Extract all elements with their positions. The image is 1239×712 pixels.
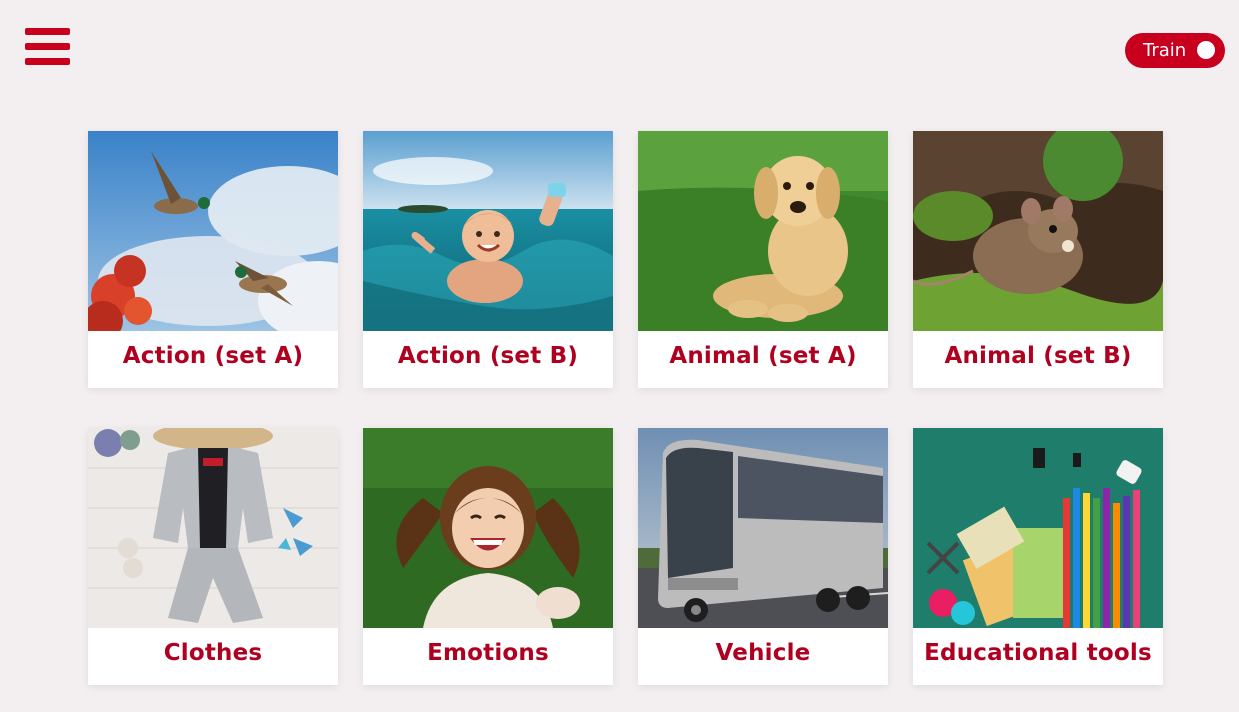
train-toggle-label: Train bbox=[1143, 40, 1187, 61]
category-card-animal-set-b[interactable]: Animal (set B) bbox=[913, 131, 1163, 388]
category-card-vehicle[interactable]: Vehicle bbox=[638, 428, 888, 685]
golden-puppy-image bbox=[638, 131, 888, 331]
category-card-action-set-a[interactable]: Action (set A) bbox=[88, 131, 338, 388]
category-card-animal-set-a[interactable]: Animal (set A) bbox=[638, 131, 888, 388]
coach-bus-image bbox=[638, 428, 888, 628]
mouse-image bbox=[913, 131, 1163, 331]
category-label: Clothes bbox=[163, 640, 263, 666]
category-page: Train Action (set A) Action (set B) Anim… bbox=[0, 0, 1239, 712]
laughing-girl-image bbox=[363, 428, 613, 628]
category-label: Action (set B) bbox=[397, 343, 579, 369]
category-label: Emotions bbox=[427, 640, 549, 666]
category-label: Educational tools bbox=[924, 640, 1152, 666]
category-card-emotions[interactable]: Emotions bbox=[363, 428, 613, 685]
category-image bbox=[88, 428, 338, 628]
category-image bbox=[88, 131, 338, 331]
category-image bbox=[363, 131, 613, 331]
menu-bar bbox=[25, 43, 70, 50]
toggle-knob bbox=[1197, 41, 1215, 59]
menu-bar bbox=[25, 28, 70, 35]
school-supplies-image bbox=[913, 428, 1163, 628]
category-image bbox=[363, 428, 613, 628]
kids-suit-outfit-image bbox=[88, 428, 338, 628]
category-image bbox=[913, 131, 1163, 331]
category-image bbox=[638, 131, 888, 331]
category-card-educational-tools[interactable]: Educational tools bbox=[913, 428, 1163, 685]
train-toggle[interactable]: Train bbox=[1125, 33, 1225, 68]
category-card-action-set-b[interactable]: Action (set B) bbox=[363, 131, 613, 388]
category-image bbox=[638, 428, 888, 628]
category-label: Animal (set B) bbox=[944, 343, 1132, 369]
category-card-clothes[interactable]: Clothes bbox=[88, 428, 338, 685]
category-image bbox=[913, 428, 1163, 628]
category-label: Vehicle bbox=[715, 640, 811, 666]
child-swimming-image bbox=[363, 131, 613, 331]
menu-bar bbox=[25, 58, 70, 65]
category-label: Action (set A) bbox=[122, 343, 304, 369]
hamburger-menu-icon[interactable] bbox=[25, 28, 70, 65]
flying-ducks-image bbox=[88, 131, 338, 331]
category-label: Animal (set A) bbox=[669, 343, 857, 369]
